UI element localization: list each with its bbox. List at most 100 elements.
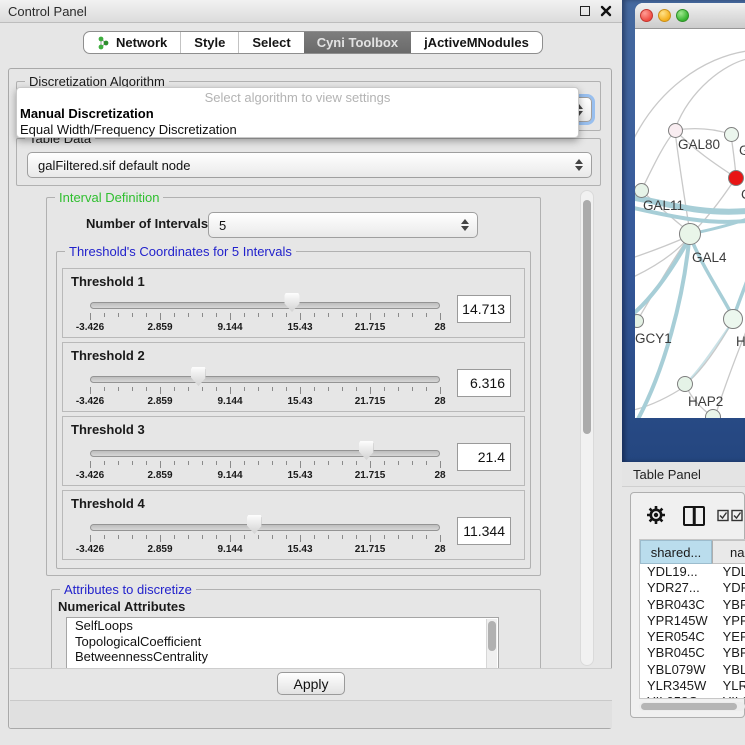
- slider-thumb[interactable]: [285, 293, 300, 312]
- table-row[interactable]: YLR345W YLR3: [640, 678, 745, 694]
- slider-thumb[interactable]: [191, 367, 206, 386]
- slider-track[interactable]: [90, 450, 440, 457]
- cell-name[interactable]: YER0: [716, 629, 745, 645]
- network-node[interactable]: [668, 123, 683, 138]
- cell-shared-name[interactable]: YBL079W: [640, 662, 712, 678]
- table-row[interactable]: YDL19... YDL1: [640, 564, 745, 580]
- network-node[interactable]: [724, 127, 739, 142]
- scrollbar-thumb[interactable]: [488, 621, 496, 651]
- settings-scrollpane: Interval Definition Number of Intervals …: [16, 188, 606, 668]
- number-of-intervals-combobox[interactable]: 5: [208, 212, 478, 238]
- scrollbar-thumb[interactable]: [641, 703, 737, 710]
- slider-ticks: [90, 387, 440, 395]
- list-item[interactable]: TopologicalCoefficient: [67, 634, 498, 650]
- slider-thumb[interactable]: [247, 515, 262, 534]
- tab-jactivemnodules[interactable]: jActiveMNodules: [411, 32, 542, 53]
- slider-thumb[interactable]: [359, 441, 374, 460]
- network-node[interactable]: [635, 183, 649, 198]
- settings-scrollbar[interactable]: [580, 190, 594, 666]
- table-row[interactable]: YDR27... YDR2: [640, 580, 745, 596]
- tab-cyni-toolbox[interactable]: Cyni Toolbox: [304, 32, 411, 53]
- dropdown-option-manual-discretization[interactable]: Manual Discretization: [20, 106, 154, 121]
- threshold-slider[interactable]: -3.426 2.859 9.144 15.43 21.715 28: [90, 491, 440, 561]
- tab-style[interactable]: Style: [180, 32, 238, 53]
- scrollbar-thumb[interactable]: [583, 200, 591, 434]
- table-row[interactable]: YBR045C YBR0: [640, 645, 745, 661]
- node-attribute-table[interactable]: shared... na YDL19... YDL1 YDR27... YDR2…: [639, 539, 745, 699]
- cell-name[interactable]: YDR2: [716, 580, 745, 596]
- column-header-shared-name[interactable]: shared...: [640, 540, 712, 564]
- slider-track[interactable]: [90, 302, 440, 309]
- numerical-attributes-list[interactable]: SelfLoopsTopologicalCoefficientBetweenne…: [66, 617, 499, 668]
- numerical-attributes-label: Numerical Attributes: [58, 599, 185, 614]
- column-checkboxes-icon[interactable]: [717, 509, 745, 522]
- scale-label: 28: [434, 322, 445, 333]
- table-rows: YDL19... YDL1 YDR27... YDR2 YBR043C YBR0…: [640, 564, 745, 699]
- gear-icon[interactable]: [645, 504, 667, 526]
- list-item[interactable]: SelfLoops: [67, 618, 498, 634]
- cell-name[interactable]: YIL0: [716, 694, 745, 699]
- network-canvas[interactable]: GAL80GACGAL11GAL4GCY1HHAP2: [635, 29, 745, 418]
- network-node[interactable]: [705, 409, 721, 418]
- threshold-value-input[interactable]: [457, 369, 511, 397]
- table-panel-titlebar: Table Panel: [622, 462, 745, 487]
- float-window-icon[interactable]: [580, 6, 590, 16]
- threshold-value-input[interactable]: [457, 517, 511, 545]
- network-node[interactable]: [728, 170, 744, 186]
- network-node[interactable]: [723, 309, 743, 329]
- network-node-label: H: [736, 334, 745, 349]
- cell-name[interactable]: YDL1: [716, 564, 745, 580]
- threshold-slider[interactable]: -3.426 2.859 9.144 15.43 21.715 28: [90, 343, 440, 413]
- split-view-icon[interactable]: [683, 506, 705, 526]
- cell-shared-name[interactable]: YBR045C: [640, 645, 712, 661]
- cell-name[interactable]: YBR0: [716, 645, 745, 661]
- zoom-traffic-light-icon[interactable]: [676, 9, 689, 22]
- slider-track[interactable]: [90, 524, 440, 531]
- cell-shared-name[interactable]: YER054C: [640, 629, 712, 645]
- threshold-value-input[interactable]: [457, 443, 511, 471]
- network-node[interactable]: [677, 376, 693, 392]
- combo-spinner-icon: [461, 219, 469, 231]
- table-row[interactable]: YPR145W YPR1: [640, 613, 745, 629]
- tab-select[interactable]: Select: [238, 32, 303, 53]
- cell-shared-name[interactable]: YBR043C: [640, 597, 712, 613]
- list-scrollbar[interactable]: [486, 619, 497, 668]
- scale-label: 2.859: [147, 396, 172, 407]
- table-row[interactable]: YIL052C YIL0: [640, 694, 745, 699]
- cell-name[interactable]: YBL0: [716, 662, 745, 678]
- cell-shared-name[interactable]: YLR345W: [640, 678, 712, 694]
- cell-name[interactable]: YPR1: [716, 613, 745, 629]
- network-window: GAL80GACGAL11GAL4GCY1HHAP2: [635, 3, 745, 418]
- cell-shared-name[interactable]: YIL052C: [640, 694, 712, 699]
- table-data-combobox[interactable]: galFiltered.sif default node: [27, 152, 592, 178]
- slider-track[interactable]: [90, 376, 440, 383]
- close-traffic-light-icon[interactable]: [640, 9, 653, 22]
- table-panel-title: Table Panel: [633, 467, 701, 482]
- threshold-value-input[interactable]: [457, 295, 511, 323]
- apply-strip: Apply: [10, 668, 612, 700]
- network-window-titlebar: [635, 3, 745, 29]
- cell-name[interactable]: YBR0: [716, 597, 745, 613]
- cell-name[interactable]: YLR3: [716, 678, 745, 694]
- network-node-label: GAL80: [678, 137, 720, 152]
- network-node[interactable]: [679, 223, 701, 245]
- table-panel-card: shared... na YDL19... YDL1 YDR27... YDR2…: [630, 492, 745, 718]
- threshold-slider[interactable]: -3.426 2.859 9.144 15.43 21.715 28: [90, 269, 440, 339]
- threshold-slider[interactable]: -3.426 2.859 9.144 15.43 21.715 28: [90, 417, 440, 487]
- tab-network[interactable]: Network: [84, 32, 180, 53]
- table-row[interactable]: YBL079W YBL0: [640, 662, 745, 678]
- dropdown-option-equal-width-frequency[interactable]: Equal Width/Frequency Discretization: [20, 122, 237, 137]
- table-row[interactable]: YBR043C YBR0: [640, 597, 745, 613]
- table-horizontal-scrollbar[interactable]: [639, 702, 745, 711]
- column-header-name[interactable]: na: [712, 540, 745, 564]
- tab-label: Style: [194, 35, 225, 50]
- cell-shared-name[interactable]: YDL19...: [640, 564, 712, 580]
- slider-ticks: [90, 313, 440, 321]
- close-icon[interactable]: [600, 5, 612, 17]
- minimize-traffic-light-icon[interactable]: [658, 9, 671, 22]
- cell-shared-name[interactable]: YPR145W: [640, 613, 712, 629]
- list-item[interactable]: BetweennessCentrality: [67, 649, 498, 665]
- apply-button[interactable]: Apply: [277, 672, 345, 695]
- cell-shared-name[interactable]: YDR27...: [640, 580, 712, 596]
- table-row[interactable]: YER054C YER0: [640, 629, 745, 645]
